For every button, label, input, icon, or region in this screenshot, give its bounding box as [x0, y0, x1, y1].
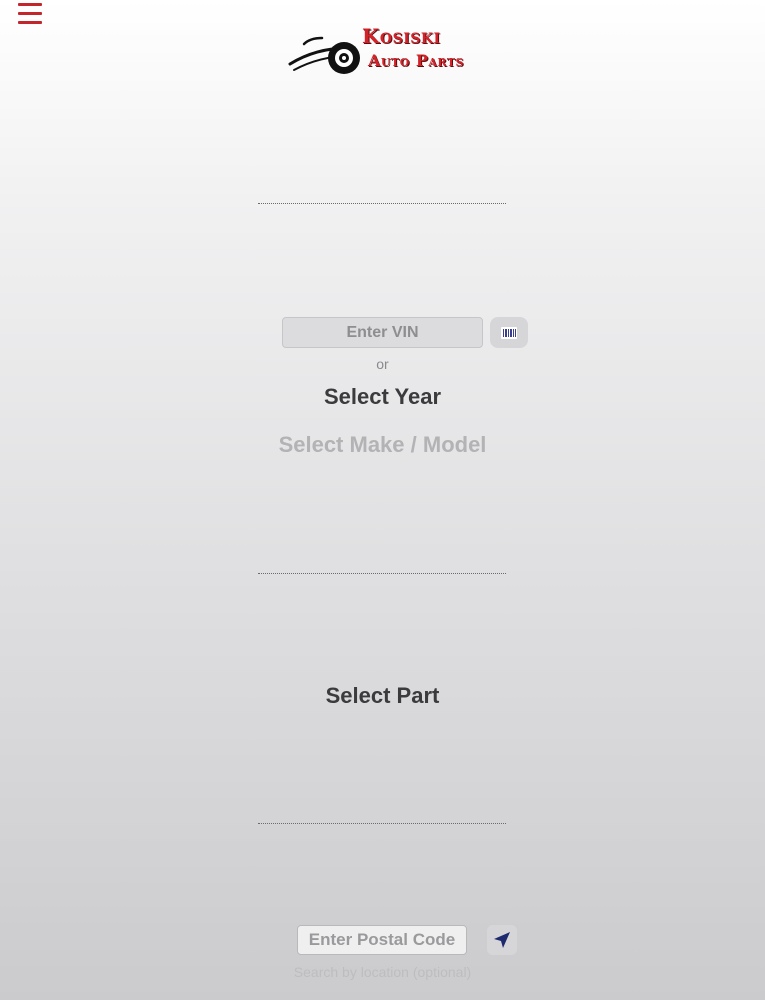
- location-arrow-icon: [494, 932, 510, 948]
- wheel-swoosh-logo-icon: [288, 36, 360, 74]
- barcode-scan-button[interactable]: [490, 317, 528, 348]
- select-year-button[interactable]: Select Year: [0, 384, 765, 410]
- vin-input[interactable]: [282, 317, 483, 348]
- use-location-button[interactable]: [487, 925, 517, 955]
- section-divider: [258, 823, 506, 824]
- brand-logo[interactable]: Kosiski Auto Parts: [286, 18, 486, 82]
- menu-button[interactable]: [16, 0, 48, 30]
- logo-text-line1: Kosiski: [362, 24, 441, 48]
- section-divider: [258, 203, 506, 204]
- select-make-model-button[interactable]: Select Make / Model: [0, 432, 765, 458]
- barcode-icon: [501, 326, 517, 339]
- hamburger-menu-icon-bar: [18, 21, 42, 24]
- select-part-button[interactable]: Select Part: [0, 683, 765, 709]
- location-hint-text: Search by location (optional): [293, 964, 472, 980]
- hamburger-menu-icon-bar: [18, 12, 42, 15]
- section-divider: [258, 573, 506, 574]
- hamburger-menu-icon: [18, 3, 42, 6]
- postal-code-input[interactable]: [297, 925, 467, 955]
- or-separator-label: or: [376, 356, 389, 372]
- logo-text-line2: Auto Parts: [368, 51, 464, 70]
